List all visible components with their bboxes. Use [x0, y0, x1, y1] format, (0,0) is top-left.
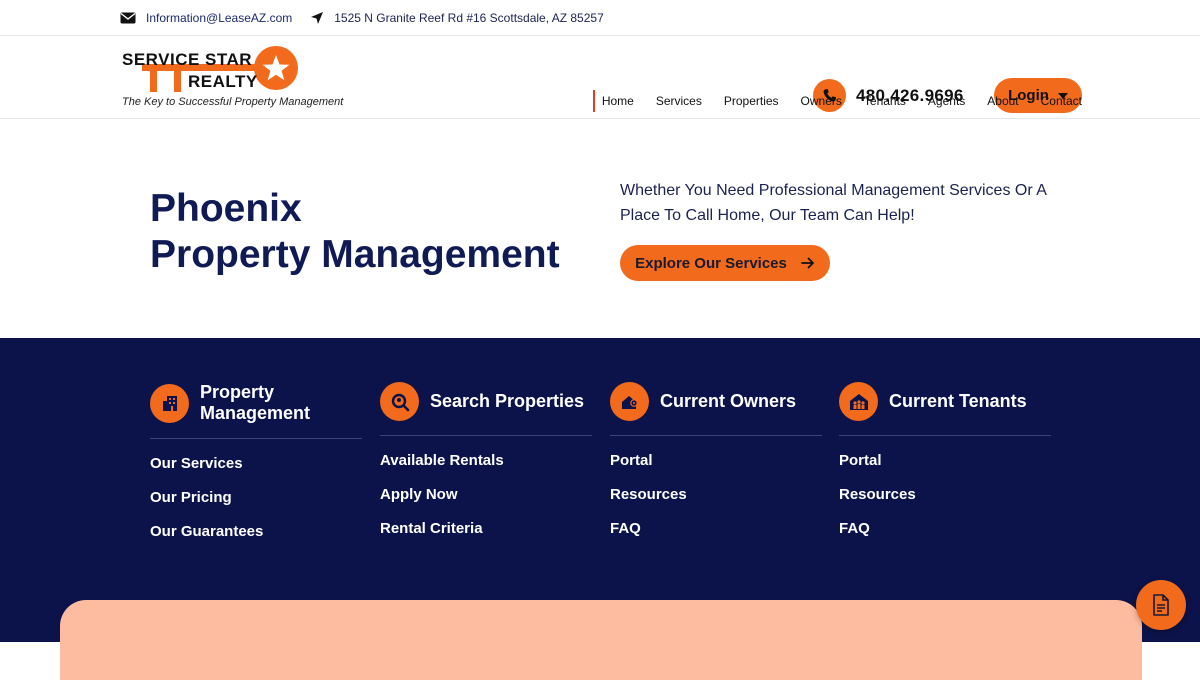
link-owner-faq[interactable]: FAQ [610, 519, 822, 553]
nav-item-about[interactable]: About [987, 94, 1018, 108]
hero-section: Phoenix Property Management Whether You … [0, 120, 1200, 338]
address-text: 1525 N Granite Reef Rd #16 Scottsdale, A… [334, 10, 604, 25]
column-header[interactable]: Current Tenants [839, 382, 1051, 436]
quick-links-section: Property Management Our Services Our Pri… [0, 338, 1200, 642]
link-owner-resources[interactable]: Resources [610, 485, 822, 519]
floating-document-button[interactable] [1136, 580, 1186, 630]
document-icon [1153, 594, 1169, 616]
topbar-address: 1525 N Granite Reef Rd #16 Scottsdale, A… [310, 11, 604, 25]
column-links: Portal Resources FAQ [610, 451, 822, 553]
site-logo[interactable]: SERVICE STAR REALTY The Key to Successfu… [120, 46, 360, 116]
link-our-pricing[interactable]: Our Pricing [150, 488, 362, 522]
logo-tagline: The Key to Successful Property Managemen… [122, 96, 344, 108]
link-tenant-resources[interactable]: Resources [839, 485, 1051, 519]
column-links: Available Rentals Apply Now Rental Crite… [380, 451, 592, 553]
link-tenant-portal[interactable]: Portal [839, 451, 1051, 485]
logo-line1: SERVICE STAR [122, 50, 253, 69]
location-arrow-icon [311, 11, 324, 24]
house-key-icon [610, 382, 649, 421]
nav-item-tenants[interactable]: Tenants [864, 94, 906, 108]
building-icon [150, 383, 189, 423]
nav-item-services[interactable]: Services [656, 94, 702, 108]
topbar-email[interactable]: Information@LeaseAZ.com [120, 11, 292, 25]
column-title: Search Properties [430, 391, 585, 411]
nav-item-owners[interactable]: Owners [801, 94, 842, 108]
column-title: Current Tenants [889, 391, 1027, 411]
arrow-right-icon [800, 257, 814, 269]
column-header[interactable]: Search Properties [380, 382, 592, 436]
link-owner-portal[interactable]: Portal [610, 451, 822, 485]
column-title: Current Owners [660, 391, 797, 411]
search-home-icon [380, 382, 419, 421]
link-our-services[interactable]: Our Services [150, 454, 362, 488]
envelope-icon [120, 12, 136, 23]
cta-label: Explore Our Services [635, 254, 787, 272]
main-nav: Home Services Properties Owners Tenants … [592, 90, 1082, 112]
column-current-owners: Current Owners Portal Resources FAQ [610, 382, 822, 553]
page-title: Phoenix Property Management [150, 186, 560, 278]
column-property-management: Property Management Our Services Our Pri… [150, 382, 362, 556]
column-header[interactable]: Current Owners [610, 382, 822, 436]
nav-item-home[interactable]: Home [602, 94, 634, 108]
link-available-rentals[interactable]: Available Rentals [380, 451, 592, 485]
link-tenant-faq[interactable]: FAQ [839, 519, 1051, 553]
peach-card [60, 600, 1142, 680]
title-line1: Phoenix [150, 187, 302, 230]
title-line2: Property Management [150, 233, 560, 276]
column-current-tenants: Current Tenants Portal Resources FAQ [839, 382, 1051, 553]
explore-services-button[interactable]: Explore Our Services [620, 245, 830, 281]
hero-subtitle: Whether You Need Professional Management… [620, 182, 1047, 224]
column-header[interactable]: Property Management [150, 382, 362, 439]
link-our-guarantees[interactable]: Our Guarantees [150, 522, 362, 556]
column-title: Property Management [200, 382, 310, 424]
nav-item-agents[interactable]: Agents [928, 94, 965, 108]
column-title-line2: Management [200, 403, 311, 423]
column-links: Our Services Our Pricing Our Guarantees [150, 454, 362, 556]
column-title-line1: Property [200, 382, 275, 402]
link-rental-criteria[interactable]: Rental Criteria [380, 519, 592, 553]
link-apply-now[interactable]: Apply Now [380, 485, 592, 519]
tenants-icon [839, 382, 878, 421]
logo-line2: REALTY [188, 72, 258, 91]
contact-topbar: Information@LeaseAZ.com 1525 N Granite R… [0, 0, 1200, 36]
nav-item-contact[interactable]: Contact [1041, 94, 1082, 108]
nav-active-indicator [592, 90, 595, 112]
column-links: Portal Resources FAQ [839, 451, 1051, 553]
nav-item-properties[interactable]: Properties [724, 94, 779, 108]
email-link[interactable]: Information@LeaseAZ.com [146, 11, 292, 25]
column-search-properties: Search Properties Available Rentals Appl… [380, 382, 592, 553]
